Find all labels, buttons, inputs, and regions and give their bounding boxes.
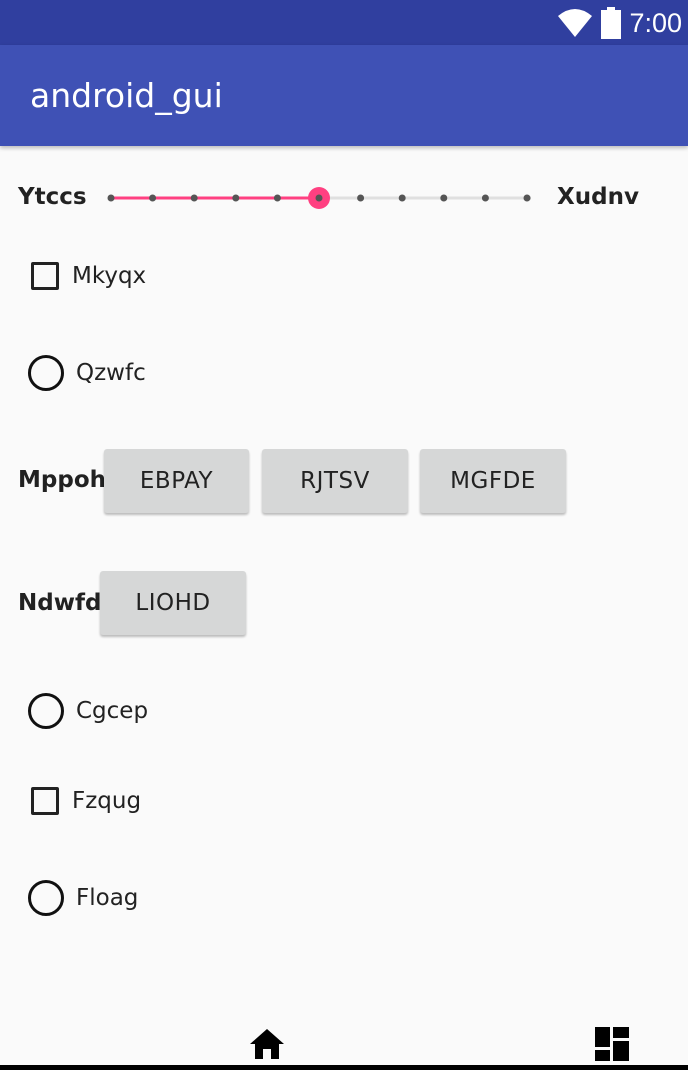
- home-icon[interactable]: [249, 1028, 285, 1060]
- seek-bar-tick: [190, 194, 198, 202]
- seek-bar-thumb-dot: [315, 194, 323, 202]
- checkbox-label: Fzqug: [72, 788, 142, 814]
- seek-bar[interactable]: [104, 180, 538, 216]
- battery-icon: [601, 7, 622, 39]
- radio-icon[interactable]: [28, 880, 64, 916]
- rjtsv-button[interactable]: RJTSV: [262, 449, 408, 513]
- checkbox-label: Mkyqx: [72, 263, 147, 289]
- seek-bar-tick: [398, 194, 406, 202]
- radio-label: Cgcep: [76, 698, 149, 724]
- radio-qzwfc[interactable]: Qzwfc: [28, 355, 146, 391]
- ebpay-button[interactable]: EBPAY: [104, 449, 249, 513]
- radio-icon[interactable]: [28, 693, 64, 729]
- status-icons: 7:00: [557, 4, 682, 42]
- bottom-nav-bar: [0, 1010, 688, 1070]
- seek-bar-tick: [232, 194, 240, 202]
- seek-bar-tick: [440, 194, 448, 202]
- radio-icon[interactable]: [28, 355, 64, 391]
- checkbox-mkyqx[interactable]: Mkyqx: [28, 262, 146, 290]
- seek-bar-tick: [357, 194, 365, 202]
- nav-bar-line: [0, 1065, 688, 1070]
- seek-bar-tick: [523, 194, 531, 202]
- dashboard-icon[interactable]: [595, 1027, 629, 1061]
- liohd-button[interactable]: LIOHD: [100, 571, 246, 635]
- seek-bar-tick: [273, 194, 281, 202]
- seek-bar-tick: [107, 194, 115, 202]
- app-bar: android_gui: [0, 45, 688, 146]
- radio-label: Floag: [76, 885, 139, 911]
- wifi-icon: [558, 9, 593, 37]
- button-group-label: Mppoh: [18, 467, 106, 493]
- slider-max-label: Xudnv: [557, 184, 639, 210]
- seek-bar-tick: [149, 194, 157, 202]
- app-title: android_gui: [30, 76, 223, 115]
- slider-min-label: Ytccs: [18, 184, 87, 210]
- status-time: 7:00: [629, 7, 682, 38]
- radio-cgcep[interactable]: Cgcep: [28, 693, 148, 729]
- radio-label: Qzwfc: [76, 360, 146, 386]
- checkbox-icon[interactable]: [31, 262, 59, 290]
- mgfde-button[interactable]: MGFDE: [420, 449, 566, 513]
- button-group-label: Ndwfd: [18, 590, 102, 616]
- radio-floag[interactable]: Floag: [28, 880, 138, 916]
- status-bar: 7:00: [0, 0, 688, 45]
- checkbox-fzqug[interactable]: Fzqug: [28, 787, 141, 815]
- checkbox-icon[interactable]: [31, 787, 59, 815]
- seek-bar-tick: [481, 194, 489, 202]
